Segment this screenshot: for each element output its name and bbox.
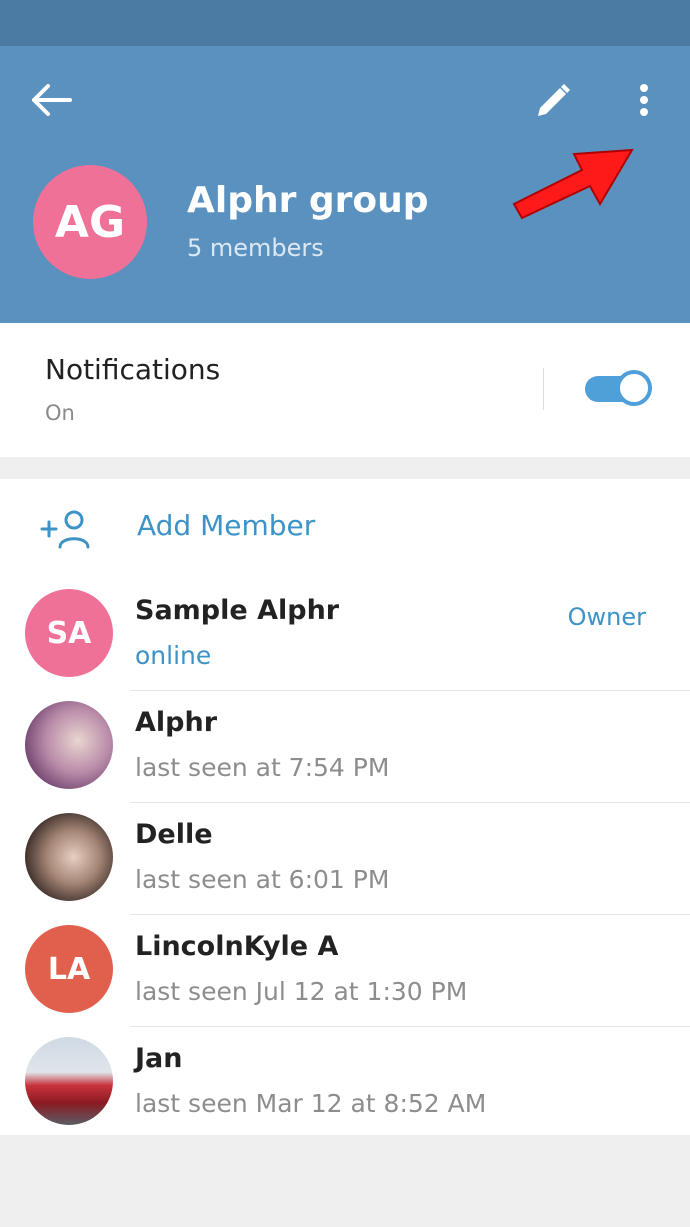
member-name: Sample Alphr xyxy=(135,595,340,626)
notifications-toggle[interactable] xyxy=(585,370,652,406)
member-role-badge: Owner xyxy=(567,603,646,631)
member-status: last seen Jul 12 at 1:30 PM xyxy=(135,977,468,1006)
member-status: online xyxy=(135,641,212,670)
member-row[interactable]: LA LincolnKyle A last seen Jul 12 at 1:3… xyxy=(0,915,690,1027)
add-user-icon xyxy=(40,510,90,549)
group-avatar: AG xyxy=(33,165,147,279)
group-avatar-initials: AG xyxy=(54,196,126,248)
members-section: Add Member SA Sample Alphr online Owner … xyxy=(0,479,690,1135)
member-row[interactable]: SA Sample Alphr online Owner xyxy=(0,579,690,691)
member-name: Delle xyxy=(135,819,213,850)
avatar xyxy=(25,701,113,789)
member-status: last seen at 7:54 PM xyxy=(135,753,390,782)
member-row[interactable]: Jan last seen Mar 12 at 8:52 AM xyxy=(0,1027,690,1139)
arrow-left-icon xyxy=(32,84,72,116)
member-name: LincolnKyle A xyxy=(135,931,339,962)
more-options-button[interactable] xyxy=(630,82,658,122)
member-row[interactable]: Delle last seen at 6:01 PM xyxy=(0,803,690,915)
add-member-button[interactable]: Add Member xyxy=(0,479,690,579)
member-name: Alphr xyxy=(135,707,218,738)
group-header: AG Alphr group 5 members xyxy=(0,46,690,323)
member-row[interactable]: Alphr last seen at 7:54 PM xyxy=(0,691,690,803)
member-status: last seen Mar 12 at 8:52 AM xyxy=(135,1089,487,1118)
member-status: last seen at 6:01 PM xyxy=(135,865,390,894)
avatar-initials: SA xyxy=(46,615,92,651)
avatar xyxy=(25,813,113,901)
status-bar xyxy=(0,0,690,46)
notifications-state: On xyxy=(45,401,75,425)
toggle-knob xyxy=(616,370,652,406)
members-count: 5 members xyxy=(187,234,324,262)
edit-button[interactable] xyxy=(528,78,576,126)
annotation-arrow-icon xyxy=(512,148,634,220)
avatar: LA xyxy=(25,925,113,1013)
notifications-row[interactable]: Notifications On xyxy=(0,323,690,457)
back-button[interactable] xyxy=(30,82,78,118)
member-name: Jan xyxy=(135,1043,183,1074)
avatar xyxy=(25,1037,113,1125)
notifications-title: Notifications xyxy=(45,353,221,386)
vertical-divider xyxy=(543,368,544,410)
avatar: SA xyxy=(25,589,113,677)
pencil-icon xyxy=(538,84,570,116)
avatar-initials: LA xyxy=(47,951,91,987)
add-member-label: Add Member xyxy=(137,509,316,542)
more-vertical-icon xyxy=(640,84,648,116)
group-name: Alphr group xyxy=(187,180,429,221)
